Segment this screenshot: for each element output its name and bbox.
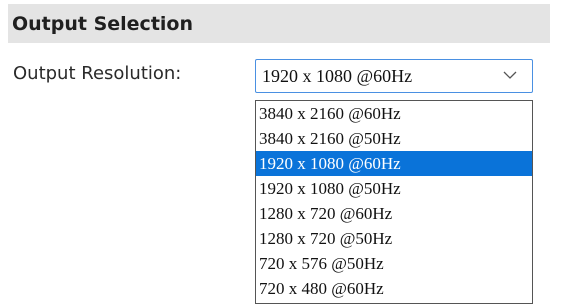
resolution-dropdown-list: 3840 x 2160 @60Hz 3840 x 2160 @50Hz 1920… [255,100,533,304]
output-resolution-select[interactable]: 1920 x 1080 @60Hz [255,59,533,93]
resolution-option[interactable]: 1920 x 1080 @50Hz [256,176,532,201]
resolution-option[interactable]: 720 x 576 @50Hz [256,251,532,276]
section-header: Output Selection [8,4,550,43]
resolution-option[interactable]: 1280 x 720 @60Hz [256,201,532,226]
chevron-down-icon[interactable] [502,68,518,82]
resolution-option-selected[interactable]: 1920 x 1080 @60Hz [256,151,532,176]
output-resolution-label: Output Resolution: [13,63,182,84]
resolution-option[interactable]: 1280 x 720 @50Hz [256,226,532,251]
output-selection-panel: Output Selection Output Resolution: 1920… [0,0,582,307]
resolution-option[interactable]: 3840 x 2160 @50Hz [256,126,532,151]
resolution-option[interactable]: 720 x 480 @60Hz [256,276,532,301]
selected-resolution-value: 1920 x 1080 @60Hz [262,66,413,86]
resolution-option[interactable]: 3840 x 2160 @60Hz [256,101,532,126]
section-title: Output Selection [12,12,193,35]
